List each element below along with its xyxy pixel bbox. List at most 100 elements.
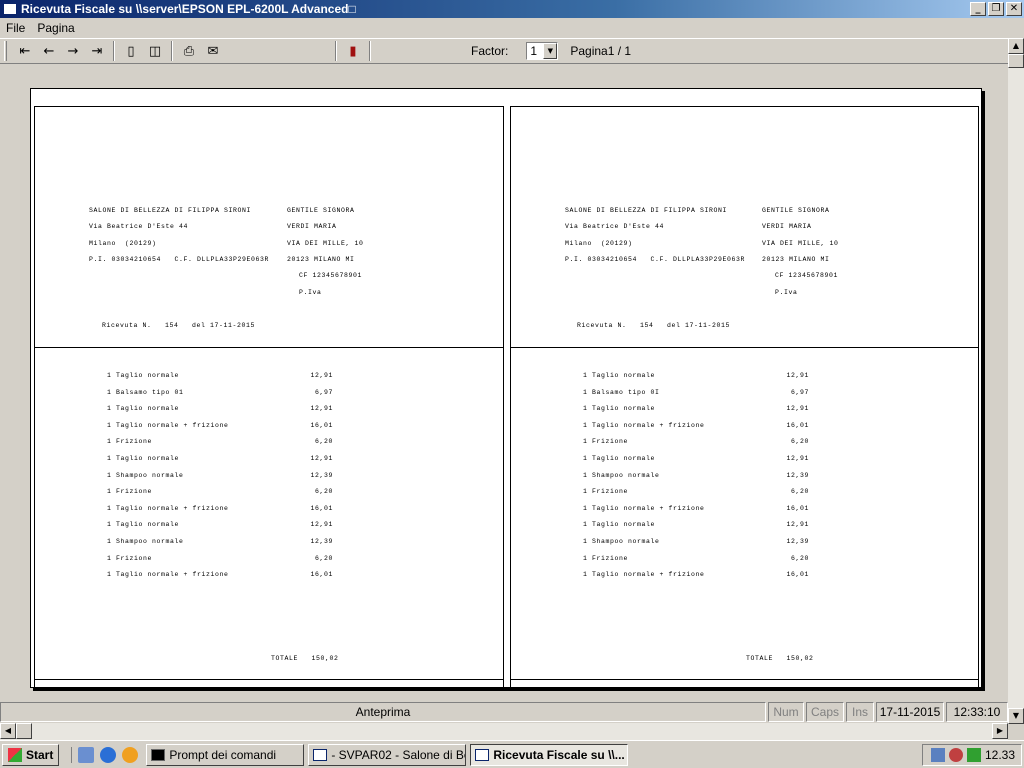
window-icon xyxy=(475,748,490,761)
shop-address: Via Beatrice D'Este 44 xyxy=(89,223,189,230)
receipt-total: TOTALE 150,02 xyxy=(746,655,814,662)
task-button-ricevuta[interactable]: Ricevuta Fiscale su \\... xyxy=(470,743,629,766)
scroll-left-arrow-icon[interactable]: ◀ xyxy=(0,723,16,739)
receipt-item-row: 1 Taglio normale + frizione 16,01 xyxy=(107,422,333,429)
toolbar-grip[interactable] xyxy=(4,41,7,61)
task-label: - SVPAR02 - Salone di Be... xyxy=(331,747,467,762)
customer-name: VERDI MARIA xyxy=(287,223,337,230)
toolbar-separator xyxy=(369,41,371,61)
two-pages-button[interactable]: ◫ xyxy=(143,40,167,62)
update-icon[interactable] xyxy=(966,747,981,762)
customer-cf: CF 12345678901 xyxy=(775,272,839,279)
factor-select[interactable]: 1 ▼ xyxy=(526,42,559,60)
prev-page-button[interactable]: ← xyxy=(37,40,61,62)
receipt-item-row: 1 Shampoo normale 12,39 xyxy=(583,538,809,545)
print-preview-area[interactable]: SALONE DI BELLEZZA DI FILIPPA SIRONI Via… xyxy=(0,64,1008,700)
next-page-button[interactable]: → xyxy=(61,40,85,62)
start-button[interactable]: Start xyxy=(2,743,60,766)
shop-ids: P.I. 03034210654 C.F. DLLPLA33P29E063R xyxy=(89,256,270,263)
minimize-button[interactable]: _ xyxy=(970,2,986,16)
item-description: 1 Taglio normale + frizione xyxy=(107,571,229,579)
receipt-item-row: 1 Shampoo normale 12,39 xyxy=(107,538,333,545)
media-player-icon[interactable] xyxy=(122,746,139,763)
customer-greeting: GENTILE SIGNORA xyxy=(287,207,355,214)
item-description: 1 Balsamo tipo 01 xyxy=(107,388,184,396)
item-description: 1 Shampoo normale xyxy=(107,538,184,545)
receipt-item-row: 1 Balsamo tipo 0I 6,97 xyxy=(583,389,809,396)
item-price: 6,20 xyxy=(314,554,333,562)
receipt-item-row: 1 Frizione 6,20 xyxy=(583,488,809,495)
system-tray: 12.33 xyxy=(922,743,1022,766)
toolbar-separator xyxy=(171,41,173,61)
scroll-up-arrow-icon[interactable]: ▲ xyxy=(1008,38,1024,54)
cmd-icon xyxy=(151,748,166,761)
task-button-cmd[interactable]: Prompt dei comandi xyxy=(146,743,305,766)
status-date: 17-11-2015 xyxy=(876,702,944,722)
receipt-item-row: 1 Taglio normale + frizione 16,01 xyxy=(583,505,809,512)
print-button[interactable]: ⎙ xyxy=(177,40,201,62)
receipt-item-row: 1 Taglio normale 12,91 xyxy=(107,455,333,462)
horizontal-scroll-thumb[interactable] xyxy=(16,723,32,739)
item-price: 6,97 xyxy=(790,388,809,396)
exit-door-button[interactable]: ▮ xyxy=(341,40,365,62)
taskbar: Start Prompt dei comandi - SVPAR02 - Sal… xyxy=(0,740,1024,768)
menu-bar: File Pagina xyxy=(0,18,1010,38)
app-icon xyxy=(3,3,17,15)
horizontal-scrollbar[interactable]: ◀ ▶ xyxy=(0,723,1008,740)
receipt-item-row: 1 Frizione 6,20 xyxy=(583,555,809,562)
item-description: 1 Frizione xyxy=(583,554,629,562)
item-price: 16,01 xyxy=(310,504,333,512)
item-price: 12,39 xyxy=(310,538,333,545)
receipt-item-row: 1 Taglio normale + frizione 16,01 xyxy=(583,571,809,578)
windows-logo-icon xyxy=(8,747,22,762)
receipt-item-row: 1 Frizione 6,20 xyxy=(107,555,333,562)
item-price: 16,01 xyxy=(786,571,809,579)
receipt-item-row: 1 Taglio normale 12,91 xyxy=(583,372,809,379)
customer-cf: CF 12345678901 xyxy=(299,272,363,279)
item-price: 6,97 xyxy=(314,388,333,396)
single-page-button[interactable]: ▯ xyxy=(119,40,143,62)
customer-piva: P.Iva xyxy=(299,289,322,296)
quick-launch xyxy=(71,746,139,763)
vertical-scrollbar[interactable]: ▲ ▼ xyxy=(1008,38,1024,724)
tray-clock[interactable]: 12.33 xyxy=(985,748,1015,762)
dropdown-arrow-icon[interactable]: ▼ xyxy=(543,43,558,59)
receipt-item-row: 1 Balsamo tipo 01 6,97 xyxy=(107,389,333,396)
security-icon[interactable] xyxy=(948,747,963,762)
item-description: 1 Taglio normale xyxy=(583,372,656,379)
receipt-copy-left: SALONE DI BELLEZZA DI FILIPPA SIRONI Via… xyxy=(34,106,504,688)
status-ins: Ins xyxy=(846,702,874,722)
internet-explorer-icon[interactable] xyxy=(100,746,117,763)
last-page-button[interactable]: ⇥ xyxy=(85,40,109,62)
item-price: 6,20 xyxy=(314,438,333,446)
vertical-scroll-thumb[interactable] xyxy=(1008,54,1024,68)
task-button-svpar02[interactable]: - SVPAR02 - Salone di Be... xyxy=(308,743,467,766)
close-button[interactable]: ✕ xyxy=(1006,2,1022,16)
first-page-button[interactable]: ⇤ xyxy=(13,40,37,62)
item-price: 16,01 xyxy=(310,571,333,579)
factor-value: 1 xyxy=(530,44,538,58)
scroll-down-arrow-icon[interactable]: ▼ xyxy=(1008,708,1024,724)
menu-file[interactable]: File xyxy=(0,21,31,35)
window-icon xyxy=(313,748,328,761)
receipt-item-row: 1 Taglio normale 12,91 xyxy=(583,521,809,528)
email-button[interactable]: ✉ xyxy=(201,40,225,62)
receipt-bottom-line xyxy=(510,679,979,680)
receipt-number: Ricevuta N. 154 del 17-11-2015 xyxy=(577,322,731,329)
receipt-item-row: 1 Taglio normale 12,91 xyxy=(107,405,333,412)
receipt-item-row: 1 Taglio normale 12,91 xyxy=(107,372,333,379)
menu-pagina[interactable]: Pagina xyxy=(31,21,80,35)
item-description: 1 Shampoo normale xyxy=(107,471,184,479)
item-description: 1 Taglio normale xyxy=(583,521,656,529)
customer-city: 20123 MILANO MI xyxy=(762,256,830,263)
page-indicator: Pagina1 / 1 xyxy=(570,44,632,58)
item-price: 12,91 xyxy=(310,521,333,529)
restore-button[interactable]: ❐ xyxy=(988,2,1004,16)
network-icon[interactable] xyxy=(930,747,945,762)
toolbar: ⇤ ← → ⇥ ▯ ◫ ⎙ ✉ ▮ Factor: 1 ▼ Pagina1 / … xyxy=(0,38,1008,64)
status-mode: Anteprima xyxy=(0,702,766,722)
show-desktop-icon[interactable] xyxy=(78,746,95,763)
customer-address: VIA DEI MILLE, 10 xyxy=(287,240,364,247)
item-description: 1 Taglio normale + frizione xyxy=(583,421,705,429)
scroll-right-arrow-icon[interactable]: ▶ xyxy=(992,723,1008,739)
